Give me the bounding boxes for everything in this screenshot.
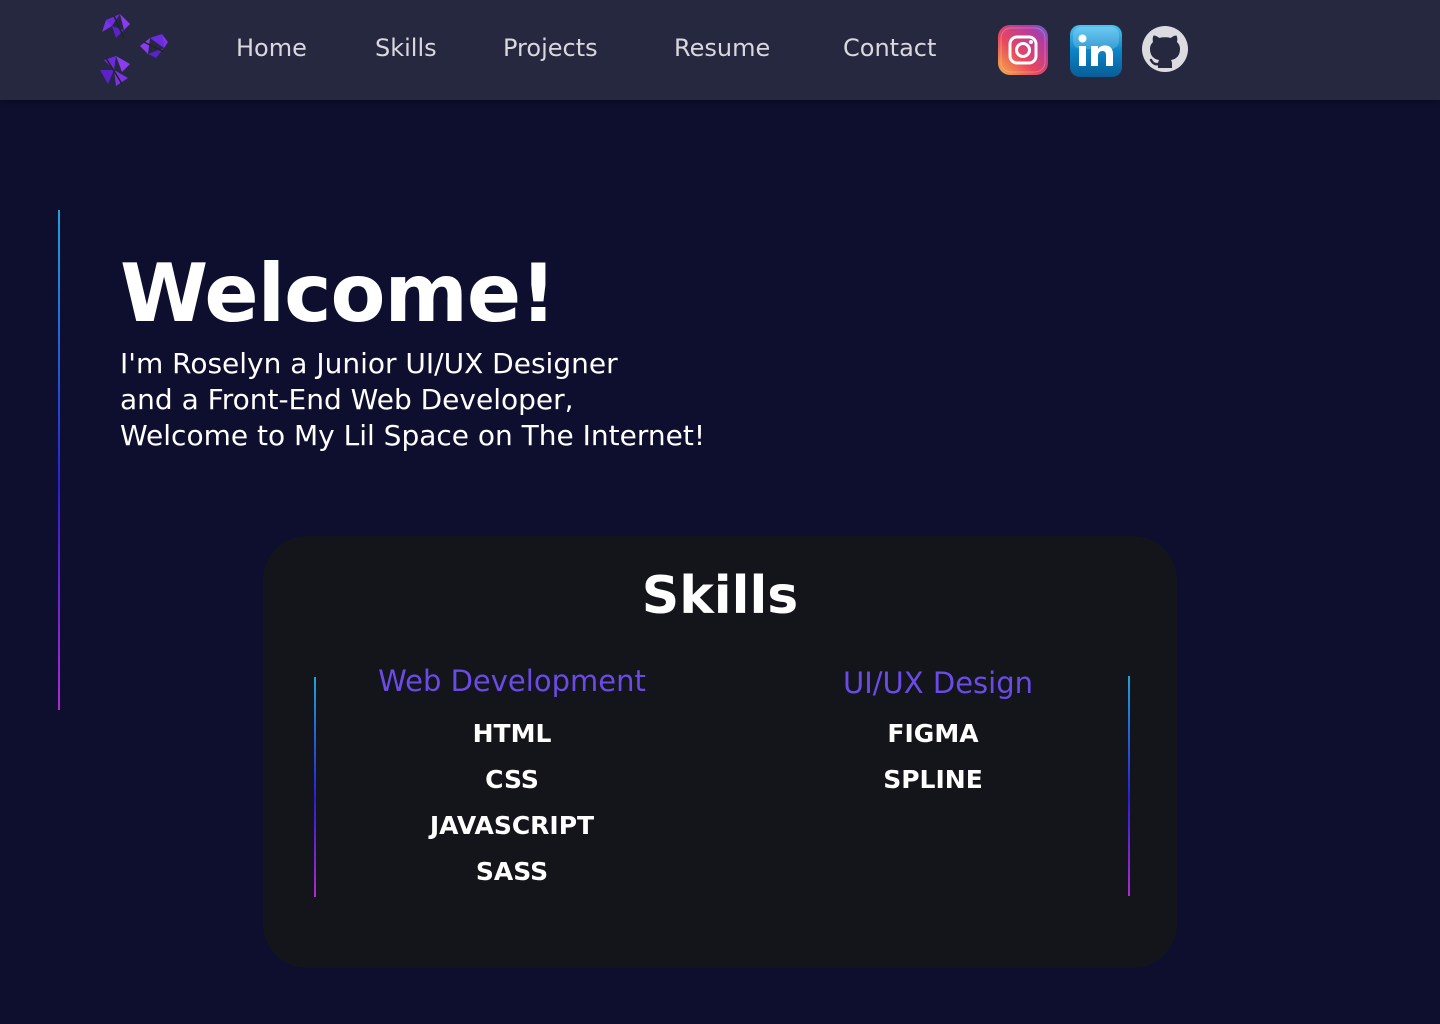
nav-link-home[interactable]: Home [236,34,307,62]
web-development-skill-list: HTML CSS JAVASCRIPT SASS [312,711,712,895]
ui-ux-design-skill-list: FIGMA SPLINE [733,711,1133,803]
nav-link-skills[interactable]: Skills [375,34,437,62]
skill-item: SASS [475,857,549,886]
skills-title: Skills [641,566,799,626]
skill-item: FIGMA [887,719,979,748]
butterfly-logo-icon[interactable] [92,8,172,92]
github-icon[interactable] [1140,24,1192,76]
nav-link-contact[interactable]: Contact [843,34,936,62]
skill-item: CSS [485,765,539,794]
skill-heading-ui-ux-design: UI/UX Design [843,666,1033,700]
top-navbar: Home Skills Projects Resume Contact [0,0,1440,100]
nav-link-resume[interactable]: Resume [674,34,770,62]
instagram-icon[interactable] [997,24,1049,76]
skill-heading-web-development: Web Development [378,664,646,698]
linkedin-icon[interactable] [1069,24,1122,77]
hero-intro-line: Welcome to My Lil Space on The Internet! [120,419,706,452]
skill-item: HTML [472,719,552,748]
nav-link-projects[interactable]: Projects [503,34,598,62]
skill-item: JAVASCRIPT [429,811,595,840]
hero-intro-line: I'm Roselyn a Junior UI/UX Designer [120,347,618,380]
hero-intro: I'm Roselyn a Junior UI/UX Designer and … [120,346,705,454]
hero-title: Welcome! [120,247,557,340]
hero-intro-line: and a Front-End Web Developer, [120,383,574,416]
skill-item: SPLINE [883,765,983,794]
hero-accent-line [58,210,60,710]
